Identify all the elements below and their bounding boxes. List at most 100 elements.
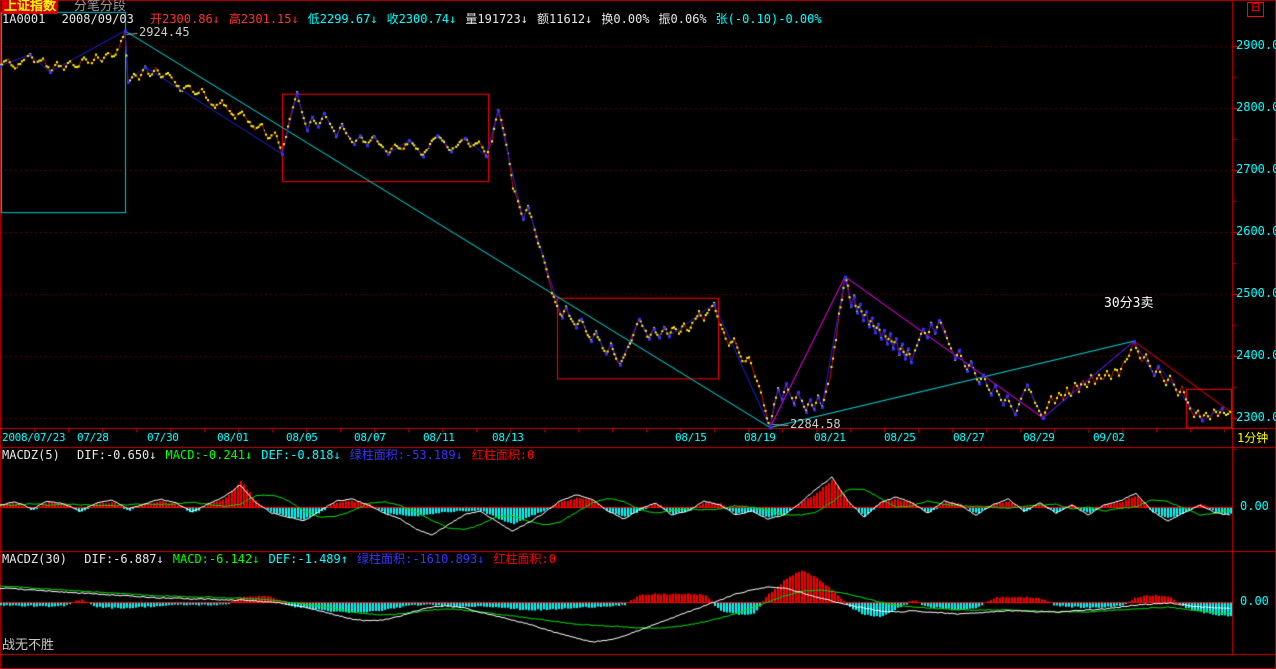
field-3-value: 2300.74: [399, 12, 450, 26]
field-3-value: -1610.893: [412, 552, 477, 566]
field-0-label: DIF:: [77, 448, 106, 462]
field-7-value: 0.06%: [671, 12, 707, 26]
field-2-arrow: ↓: [334, 448, 341, 462]
field-1: MACD:-0.241↓: [166, 448, 253, 462]
field-7: 振0.06%: [659, 12, 707, 26]
time-axis-label: 07/30: [147, 432, 179, 444]
macd30-indicator-name[interactable]: MACDZ(30): [2, 552, 67, 566]
field-4-value: 191723: [477, 12, 520, 26]
field-2-label: DEF:: [268, 552, 297, 566]
field-2-label: DEF:: [261, 448, 290, 462]
field-2: DEF:-0.818↓: [261, 448, 341, 462]
field-8: 张(-0.10)-0.00%: [716, 12, 822, 26]
annotation-sell-signal: 30分3卖: [1104, 297, 1153, 311]
field-8-label: 张: [716, 12, 728, 26]
field-4: 红柱面积:0: [493, 552, 555, 566]
field-4: 红柱面积:0: [472, 448, 534, 462]
field-2: DEF:-1.489↑: [268, 552, 348, 566]
field-3-label: 绿柱面积:: [357, 552, 412, 566]
field-3: 绿柱面积:-53.189↓: [350, 448, 463, 462]
time-axis-label: 07/28: [77, 432, 109, 444]
field-1-arrow: ↓: [245, 448, 252, 462]
field-4: 量191723↓: [465, 12, 528, 26]
field-0-value: 2300.86: [162, 12, 213, 26]
field-3-arrow: ↓: [477, 552, 484, 566]
time-axis-label: 2008/07/23: [2, 432, 65, 444]
field-5-label: 额: [537, 12, 549, 26]
field-3-value: -53.189: [405, 448, 456, 462]
field-4-label: 红柱面积:: [493, 552, 548, 566]
field-2-arrow: ↑: [341, 552, 348, 566]
field-1-value: -0.241: [202, 448, 245, 462]
field-3-label: 绿柱面积:: [350, 448, 405, 462]
field-0-arrow: ↓: [213, 12, 220, 26]
field-3-label: 收: [387, 12, 399, 26]
field-4-value: 0: [549, 552, 556, 566]
price-axis-label: 2300.0: [1236, 411, 1276, 424]
field-1-arrow: ↓: [292, 12, 299, 26]
field-2-value: -0.818: [290, 448, 333, 462]
field-6-label: 换: [601, 12, 613, 26]
stock-code: 1A0001: [2, 12, 45, 26]
time-axis-label: 08/27: [953, 432, 985, 444]
quote-fields: 开2300.86↓高2301.15↓低2299.67↓收2300.74↓量191…: [150, 12, 831, 26]
field-1-value: 2301.15: [241, 12, 292, 26]
chart-canvas[interactable]: [0, 0, 1276, 669]
field-8-value: (-0.10)-0.00%: [728, 12, 822, 26]
status-brand-text: 战无不胜: [2, 639, 54, 653]
quote-date: 2008/09/03: [62, 12, 134, 26]
field-5-arrow: ↓: [585, 12, 592, 26]
field-0-value: -0.650: [106, 448, 149, 462]
quote-row: 1A0001 2008/09/03 开2300.86↓高2301.15↓低229…: [2, 13, 831, 26]
field-0-arrow: ↓: [149, 448, 156, 462]
period-day-icon[interactable]: 日: [1247, 2, 1264, 17]
field-0-arrow: ↓: [157, 552, 164, 566]
time-axis-label: 08/05: [286, 432, 318, 444]
field-1: MACD:-6.142↓: [173, 552, 260, 566]
time-axis-label: 09/02: [1093, 432, 1125, 444]
field-2-label: 低: [308, 12, 320, 26]
field-3-arrow: ↓: [449, 12, 456, 26]
macd30-header: MACDZ(30) DIF:-6.887↓MACD:-6.142↓DEF:-1.…: [2, 553, 565, 566]
macd5-zero-label: 0.00: [1240, 500, 1269, 513]
field-6: 换0.00%: [601, 12, 649, 26]
macd30-zero-label: 0.00: [1240, 595, 1269, 608]
field-2: 低2299.67↓: [308, 12, 378, 26]
field-4-label: 红柱面积:: [472, 448, 527, 462]
field-0-value: -6.887: [113, 552, 156, 566]
field-7-label: 振: [659, 12, 671, 26]
annotation-low: 2284.58: [790, 418, 841, 431]
field-0: 开2300.86↓: [150, 12, 220, 26]
macd5-indicator-name[interactable]: MACDZ(5): [2, 448, 60, 462]
price-axis-label: 2700.0: [1236, 163, 1276, 176]
field-4-value: 0: [527, 448, 534, 462]
field-5: 额11612↓: [537, 12, 592, 26]
field-2-value: 2299.67: [320, 12, 371, 26]
time-axis-label: 08/19: [744, 432, 776, 444]
field-2-value: -1.489: [297, 552, 340, 566]
field-4-arrow: ↓: [521, 12, 528, 26]
field-1: 高2301.15↓: [229, 12, 299, 26]
field-0-label: DIF:: [84, 552, 113, 566]
field-1-arrow: ↓: [252, 552, 259, 566]
field-3-arrow: ↓: [456, 448, 463, 462]
field-0: DIF:-6.887↓: [84, 552, 164, 566]
field-5-value: 11612: [549, 12, 585, 26]
field-4-label: 量: [465, 12, 477, 26]
field-0: DIF:-0.650↓: [77, 448, 157, 462]
time-axis-label: 08/25: [884, 432, 916, 444]
field-1-value: -6.142: [209, 552, 252, 566]
field-1-label: MACD:: [173, 552, 209, 566]
field-1-label: 高: [229, 12, 241, 26]
time-axis-label: 08/13: [492, 432, 524, 444]
field-2-arrow: ↓: [370, 12, 377, 26]
time-axis-label: 08/21: [814, 432, 846, 444]
time-axis-label: 08/07: [354, 432, 386, 444]
time-axis-label: 08/11: [423, 432, 455, 444]
price-axis-label: 2500.0: [1236, 287, 1276, 300]
time-axis-label: 08/01: [217, 432, 249, 444]
field-0-label: 开: [150, 12, 162, 26]
period-label[interactable]: 1分钟: [1237, 432, 1268, 445]
time-axis-label: 08/15: [675, 432, 707, 444]
macd5-header: MACDZ(5) DIF:-0.650↓MACD:-0.241↓DEF:-0.8…: [2, 449, 543, 462]
